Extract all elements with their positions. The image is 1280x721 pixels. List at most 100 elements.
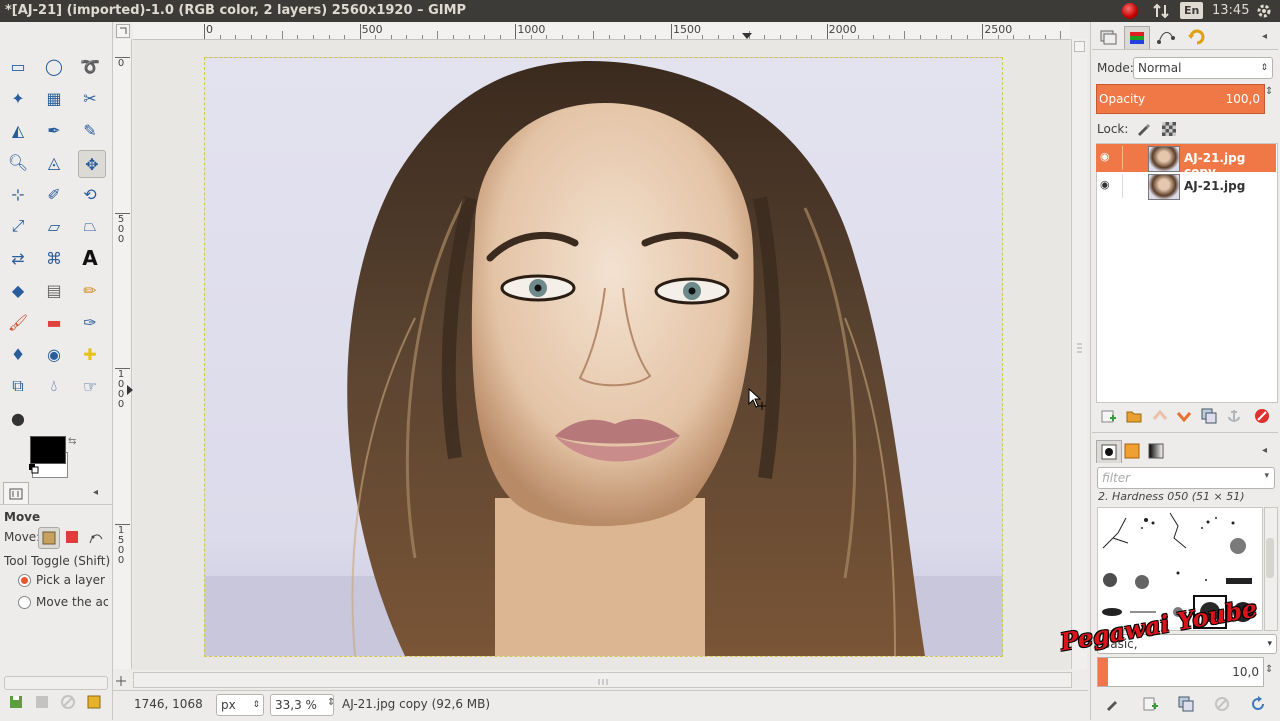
duplicate-layer-icon[interactable] [1201, 408, 1217, 424]
configure-tab-icon[interactable]: ◂ [93, 487, 98, 498]
brush-filter-input[interactable]: filter ▾ [1097, 467, 1275, 489]
new-layer-icon[interactable] [1100, 408, 1116, 424]
gear-icon[interactable] [1256, 3, 1272, 19]
move-layer-mode-button[interactable] [38, 527, 60, 549]
paths-icon[interactable]: ✒ [42, 118, 66, 142]
free-select-icon[interactable]: ➰ [78, 54, 102, 78]
gradients-tab-icon[interactable] [1144, 440, 1168, 462]
rotate-icon[interactable]: ⟲ [78, 182, 102, 206]
airbrush-icon[interactable]: ✑ [78, 310, 102, 334]
default-colors-icon[interactable] [29, 463, 39, 474]
color-picker-icon[interactable]: ✎ [78, 118, 102, 142]
text-icon[interactable]: A [78, 246, 102, 270]
radio-move-active[interactable] [18, 596, 31, 609]
delete-brush-icon[interactable] [1214, 696, 1230, 712]
foreground-select-icon[interactable]: ◭ [6, 118, 30, 142]
refresh-brushes-icon[interactable] [1250, 696, 1266, 712]
quick-mask-corner-icon[interactable] [116, 24, 130, 38]
zoom-icon[interactable]: 🔍︎ [6, 150, 30, 174]
zoom-fit-icon[interactable] [1074, 41, 1085, 52]
vertical-scroll-grip[interactable] [1076, 340, 1083, 356]
image-canvas[interactable] [204, 57, 1003, 657]
layer-row[interactable]: ◉ AJ-21.jpg copy [1096, 144, 1276, 179]
dodge-burn-icon[interactable]: ● [6, 406, 30, 430]
blur-icon[interactable]: 💧︎ [42, 374, 66, 398]
anchor-layer-icon[interactable] [1226, 408, 1242, 424]
patterns-tab-icon[interactable] [1120, 440, 1144, 462]
bucket-fill-icon[interactable]: ◆ [6, 278, 30, 302]
color-select-icon[interactable]: ▦ [42, 86, 66, 110]
record-indicator-icon[interactable] [1122, 3, 1138, 19]
flip-icon[interactable]: ⇄ [6, 246, 30, 270]
smudge-icon[interactable]: ☞ [78, 374, 102, 398]
layer-row[interactable]: ◉ AJ-21.jpg [1096, 172, 1276, 200]
save-options-icon[interactable] [8, 694, 24, 710]
new-brush-icon[interactable] [1142, 696, 1158, 712]
move-selection-mode-button[interactable] [66, 531, 78, 543]
zoom-select[interactable]: 33,3 % [270, 694, 334, 716]
visibility-eye-icon[interactable]: ◉ [1100, 150, 1110, 163]
scale-icon[interactable]: ⤢ [6, 214, 30, 238]
clone-icon[interactable]: ◉ [42, 342, 66, 366]
fuzzy-select-icon[interactable]: ✦ [6, 86, 30, 110]
paths-tab-icon[interactable] [1154, 26, 1178, 48]
move-path-mode-button[interactable] [88, 529, 104, 545]
delete-options-icon[interactable] [60, 694, 76, 710]
new-layer-group-icon[interactable] [1126, 408, 1142, 424]
edit-brush-icon[interactable] [1104, 696, 1120, 712]
dock-menu-icon[interactable]: ◂ [1262, 31, 1267, 42]
lower-layer-icon[interactable] [1176, 408, 1192, 424]
shear-icon[interactable]: ▱ [42, 214, 66, 238]
spacing-slider[interactable]: 10,0 [1097, 657, 1264, 687]
brush-grid-scrollbar[interactable] [1264, 507, 1278, 631]
undo-history-tab-icon[interactable] [1184, 26, 1208, 48]
radio-pick-layer[interactable] [18, 574, 31, 587]
tool-options-tab-icon[interactable] [3, 482, 29, 505]
scissors-icon[interactable]: ✂ [78, 86, 102, 110]
channels-tab-icon[interactable] [1124, 26, 1150, 49]
navigate-icon[interactable] [116, 675, 126, 686]
opacity-slider[interactable]: Opacity 100,0 [1096, 84, 1265, 114]
crop-icon[interactable]: ✐ [42, 182, 66, 206]
foreground-color-swatch[interactable] [30, 436, 66, 464]
perspective-clone-icon[interactable]: ⧉ [6, 374, 30, 398]
pencil-icon[interactable]: ✏ [78, 278, 102, 302]
swap-colors-icon[interactable]: ⇆ [68, 436, 76, 447]
spacing-spin-icon[interactable]: ⇕ [1265, 664, 1273, 675]
opacity-spin-icon[interactable]: ⇕ [1265, 86, 1273, 97]
brushes-menu-icon[interactable]: ◂ [1262, 445, 1267, 456]
toolbox-scrollbar[interactable] [4, 676, 108, 690]
layer-name[interactable]: AJ-21.jpg [1184, 179, 1245, 193]
brushes-tab-icon[interactable] [1096, 440, 1122, 463]
restore-options-icon[interactable] [34, 694, 50, 710]
ink-icon[interactable]: ♦ [6, 342, 30, 366]
lock-pixels-icon[interactable] [1135, 121, 1151, 137]
paintbrush-icon[interactable]: 🖌︎ [6, 310, 30, 334]
mode-select[interactable]: Normal ⇕ [1133, 57, 1273, 79]
cage-icon[interactable]: ⌘ [42, 246, 66, 270]
layers-tab-icon[interactable] [1096, 26, 1120, 48]
clock[interactable]: 13:45 [1212, 0, 1249, 22]
duplicate-brush-icon[interactable] [1178, 696, 1194, 712]
align-icon[interactable]: ⊹ [6, 182, 30, 206]
delete-layer-icon[interactable] [1254, 408, 1270, 424]
keyboard-layout-indicator[interactable]: En [1180, 2, 1204, 19]
perspective-icon[interactable]: ⏢ [78, 214, 102, 238]
measure-icon[interactable]: ◬ [42, 150, 66, 174]
rect-select-icon[interactable]: ▭ [6, 54, 30, 78]
chain-link-toggle[interactable] [1122, 146, 1137, 170]
reset-options-icon[interactable] [86, 694, 102, 710]
blend-icon[interactable]: ▤ [42, 278, 66, 302]
move-icon[interactable]: ✥ [78, 150, 106, 178]
unit-select[interactable]: px ⇕ [216, 694, 264, 716]
zoom-dropdown-icon[interactable]: ⇕ [327, 697, 335, 708]
ellipse-select-icon[interactable]: ◯ [42, 54, 66, 78]
chain-link-toggle[interactable] [1122, 174, 1137, 198]
horizontal-scroll-grip[interactable] [595, 675, 611, 685]
visibility-eye-icon[interactable]: ◉ [1100, 178, 1110, 191]
network-icon[interactable] [1152, 3, 1170, 19]
lock-alpha-icon[interactable] [1162, 122, 1176, 136]
heal-icon[interactable]: ✚ [78, 342, 102, 366]
eraser-icon[interactable]: ▬ [42, 310, 66, 334]
raise-layer-icon[interactable] [1152, 408, 1168, 424]
